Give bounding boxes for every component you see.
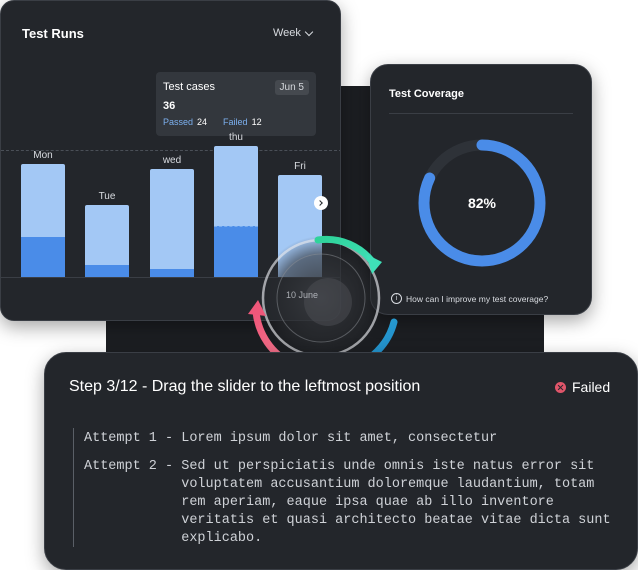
attempt-item: Attempt 2 - Sed ut perspiciatis unde omn… [84, 458, 621, 548]
bar-label: Fri [294, 161, 306, 172]
chevron-right-icon[interactable] [314, 196, 328, 210]
chart-tooltip: Test cases Jun 5 36 Passed 24 Failed 12 [156, 72, 316, 136]
bar-label: wed [162, 155, 182, 166]
bar-fill [85, 265, 129, 277]
range-dropdown-label: Week [273, 27, 301, 39]
attempt-text: Lorem ipsum dolor sit amet, consectetur [181, 431, 498, 446]
attempt-text: Sed ut perspiciatis unde omnis iste natu… [181, 459, 611, 546]
bar-fill [150, 269, 194, 277]
coverage-help-text: How can I improve my test coverage? [406, 293, 549, 304]
attempt-list: Attempt 1 - Lorem ipsum dolor sit amet, … [73, 428, 611, 547]
bar-mon[interactable] [21, 164, 65, 277]
status-badge: Failed [555, 379, 610, 395]
bar-label: thu [229, 132, 243, 143]
attempt-label: Attempt 2 - [84, 459, 182, 474]
tooltip-failed-value: 12 [251, 117, 262, 127]
coverage-title: Test Coverage [389, 88, 464, 100]
bar-label: Tue [98, 191, 116, 202]
status-label: Failed [572, 379, 611, 395]
chevron-down-icon [304, 27, 314, 36]
tooltip-failed-label: Failed [223, 117, 248, 127]
tooltip-passed-value: 24 [197, 117, 208, 127]
bar-tue[interactable] [85, 205, 129, 277]
test-runs-title: Test Runs [22, 26, 84, 41]
step-title: Step 3/12 - Drag the slider to the leftm… [69, 378, 421, 395]
divider [389, 113, 573, 114]
tooltip-passed-label: Passed [163, 117, 194, 127]
coverage-percent: 82% [467, 195, 497, 211]
attempt-label: Attempt 1 - [84, 431, 182, 446]
tooltip-title: Test cases [163, 81, 215, 93]
failed-icon [555, 381, 566, 393]
tooltip-date-badge: Jun 5 [274, 80, 309, 95]
bar-wed[interactable] [150, 169, 194, 277]
range-dropdown[interactable]: Week [273, 27, 314, 39]
bar-label: Mon [33, 150, 53, 161]
overlay-date-label: 10 June [286, 290, 319, 300]
tooltip-total: 36 [163, 100, 176, 112]
coverage-help-link[interactable]: i How can I improve my test coverage? [391, 293, 548, 304]
attempt-item: Attempt 1 - Lorem ipsum dolor sit amet, … [84, 430, 621, 448]
bar-fill [21, 237, 65, 277]
step-card: Step 3/12 - Drag the slider to the leftm… [44, 352, 638, 570]
